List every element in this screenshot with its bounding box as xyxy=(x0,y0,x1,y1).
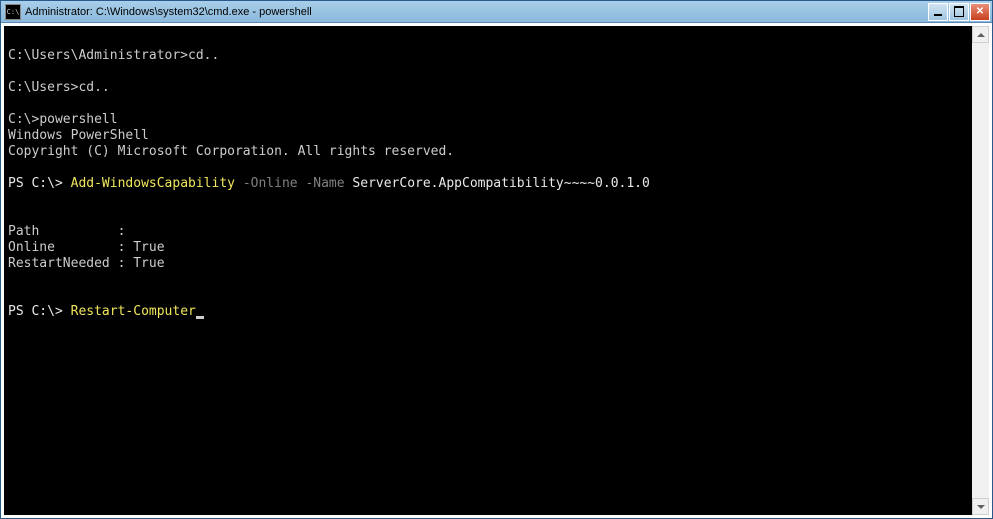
window-title: Administrator: C:\Windows\system32\cmd.e… xyxy=(25,6,928,18)
output-online-value: True xyxy=(133,240,164,255)
ps-prompt: PS C:\> xyxy=(8,176,71,191)
maximize-button[interactable] xyxy=(949,3,969,21)
scroll-track[interactable] xyxy=(972,43,989,498)
output-path-label: Path : xyxy=(8,224,125,239)
powershell-copyright: Copyright (C) Microsoft Corporation. All… xyxy=(8,144,454,159)
output-restart-label: RestartNeeded : xyxy=(8,256,133,271)
prompt: C:\Users\Administrator> xyxy=(8,48,188,63)
scroll-down-button[interactable] xyxy=(972,498,989,515)
param-name: -Online xyxy=(235,176,298,191)
output-online-label: Online : xyxy=(8,240,133,255)
prompt: C:\Users> xyxy=(8,80,78,95)
scroll-up-button[interactable] xyxy=(972,26,989,43)
output-restart-value: True xyxy=(133,256,164,271)
title-bar[interactable]: C:\ Administrator: C:\Windows\system32\c… xyxy=(1,1,992,23)
command-text: powershell xyxy=(39,112,117,127)
cmdlet: Add-WindowsCapability xyxy=(71,176,235,191)
minimize-button[interactable] xyxy=(928,3,948,21)
cmd-icon: C:\ xyxy=(5,4,21,20)
terminal-output[interactable]: C:\Users\Administrator>cd.. C:\Users>cd.… xyxy=(4,26,972,515)
window-controls xyxy=(928,3,990,21)
client-area: C:\Users\Administrator>cd.. C:\Users>cd.… xyxy=(1,23,992,518)
command-text: cd.. xyxy=(188,48,219,63)
vertical-scrollbar[interactable] xyxy=(972,26,989,515)
powershell-banner: Windows PowerShell xyxy=(8,128,149,143)
cursor-icon xyxy=(196,316,204,319)
terminal-container: C:\Users\Administrator>cd.. C:\Users>cd.… xyxy=(4,26,989,515)
param-value: ServerCore.AppCompatibility~~~~0.0.1.0 xyxy=(345,176,650,191)
close-button[interactable] xyxy=(970,3,990,21)
cmdlet: Restart-Computer xyxy=(71,304,196,319)
param-name: -Name xyxy=(298,176,345,191)
prompt: C:\> xyxy=(8,112,39,127)
cmd-window: C:\ Administrator: C:\Windows\system32\c… xyxy=(0,0,993,519)
command-text: cd.. xyxy=(78,80,109,95)
ps-prompt: PS C:\> xyxy=(8,304,71,319)
